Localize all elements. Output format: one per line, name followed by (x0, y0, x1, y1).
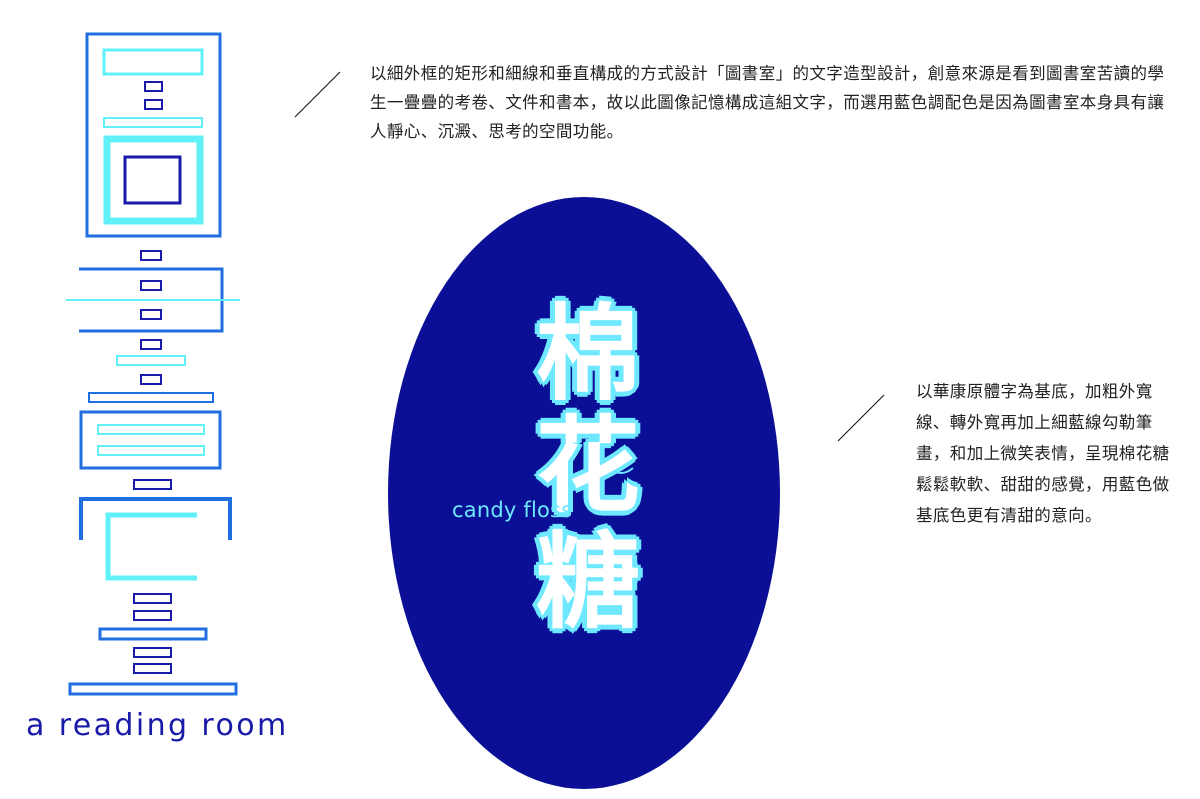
glyph-shu-line (97, 424, 205, 435)
pointer-line-right (837, 394, 885, 442)
reading-room-title: a reading room (26, 708, 289, 743)
glyph-tu-small-box (144, 81, 163, 92)
glyph-shu-line (97, 445, 205, 456)
glyph-shi-bar (98, 627, 208, 641)
glyph-shi-box (133, 593, 172, 604)
reading-room-description: 以細外框的矩形和細線和垂直構成的方式設計「圖書室」的文字造型設計，創意來源是看到… (370, 64, 1165, 141)
glyph-tu-top-bar (102, 48, 204, 76)
glyph-shu-box (140, 309, 162, 320)
glyph-shu-base (88, 392, 214, 403)
candy-glyph-mian: 棉 (536, 293, 641, 415)
glyph-shu-box (140, 280, 162, 291)
glyph-shi-top-box (133, 479, 172, 490)
glyph-shu-bar (116, 355, 186, 366)
glyph-shu-box (140, 250, 162, 261)
reading-room-glyphs (66, 32, 240, 696)
glyph-shi-box (133, 610, 172, 621)
candy-glyph-tang: 糖 (536, 521, 641, 643)
glyph-shi-bracket (105, 512, 197, 581)
candy-floss-description: 以華康原體字為基底，加粗外寬線、轉外寬再加上細藍線勾勒筆畫，和加上微笑表情，呈現… (916, 382, 1170, 525)
glyph-shu-box (140, 374, 162, 385)
glyph-shi-base (68, 682, 238, 696)
glyph-shi-box (133, 663, 172, 674)
glyph-shi-box (133, 647, 172, 658)
glyph-tu-mid-bar (103, 117, 203, 128)
candy-floss-label: candy floss (452, 498, 573, 522)
glyph-shi-roof (79, 497, 232, 540)
pointer-line-top (294, 71, 341, 118)
glyph-shu-frame (79, 410, 222, 470)
glyph-tu-small-box (144, 99, 163, 110)
glyph-shu-box (140, 339, 162, 350)
glyph-tu-inner-box (123, 155, 182, 205)
glyph-tu-inner-frame (103, 135, 204, 225)
